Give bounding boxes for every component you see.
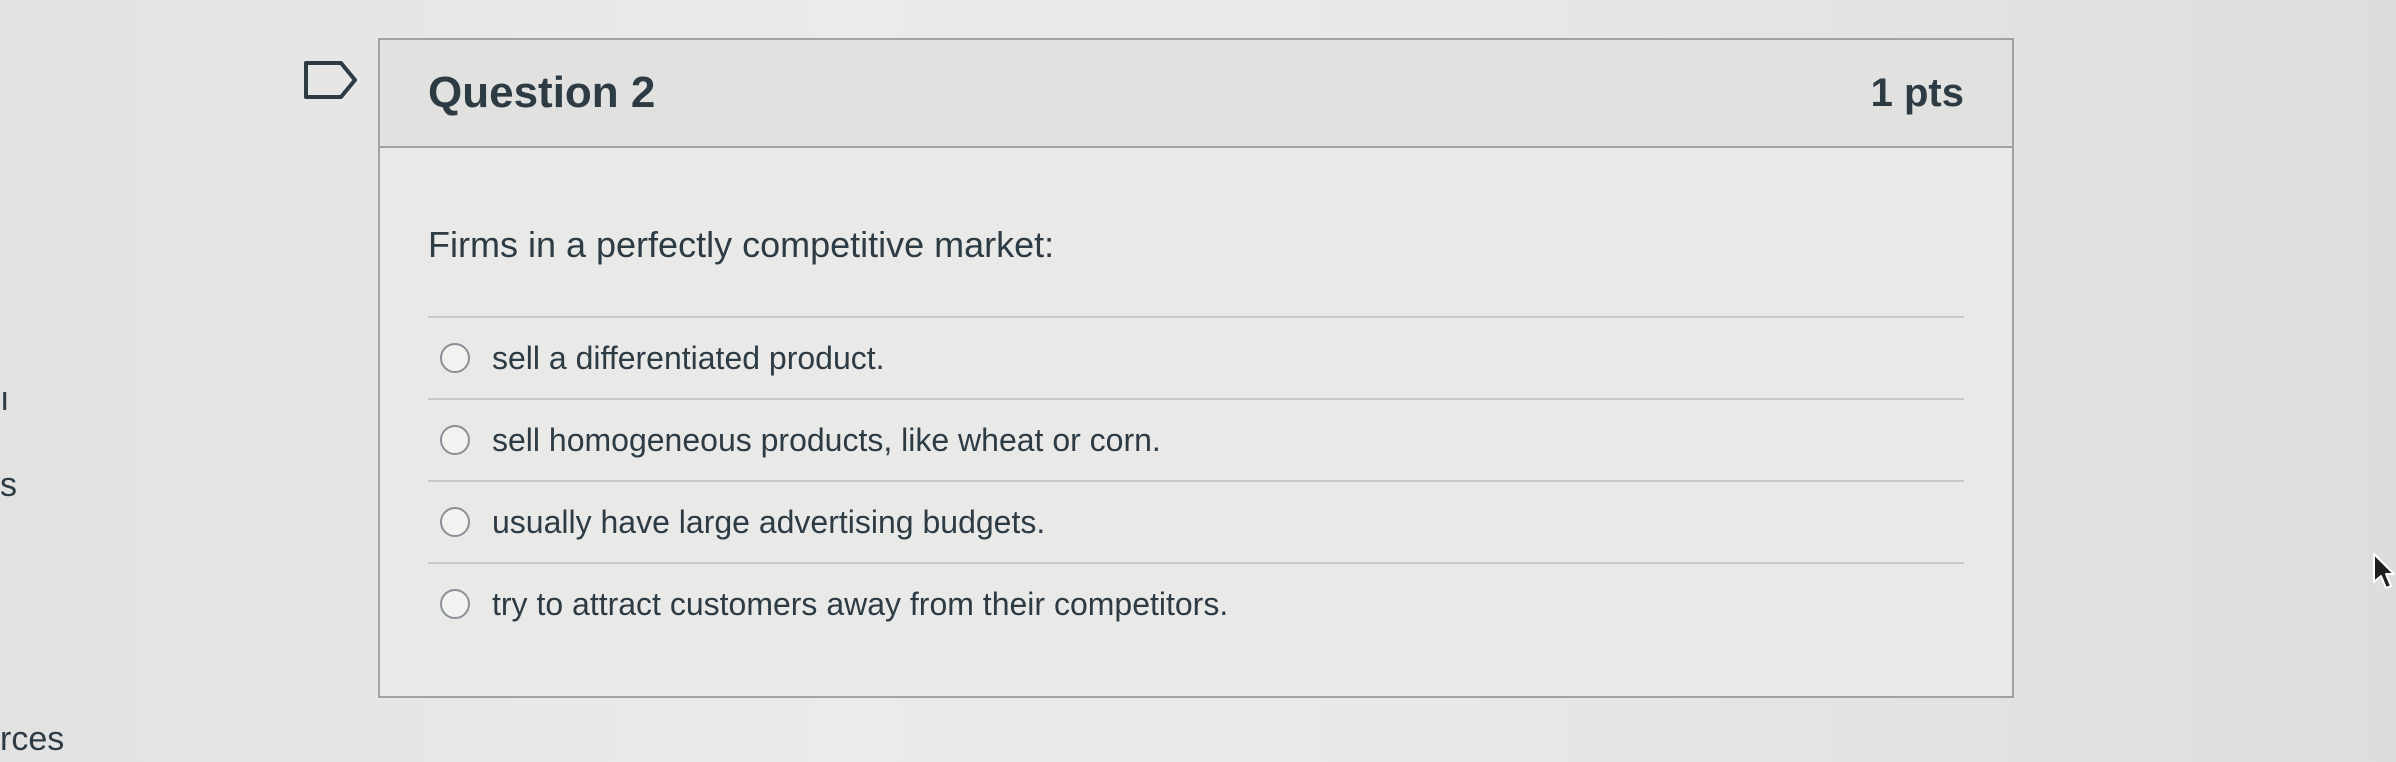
radio-button-icon[interactable] (440, 343, 470, 373)
answer-option[interactable]: sell homogeneous products, like wheat or… (428, 400, 1964, 482)
answer-label[interactable]: sell homogeneous products, like wheat or… (492, 422, 1161, 459)
answer-option[interactable]: try to attract customers away from their… (428, 564, 1964, 644)
radio-button-icon[interactable] (440, 589, 470, 619)
question-header: Question 2 1 pts (380, 40, 2012, 148)
question-title: Question 2 (428, 68, 656, 117)
answer-label[interactable]: try to attract customers away from their… (492, 586, 1228, 623)
left-nav-fragment[interactable]: s (0, 466, 17, 505)
bookmark-flag-icon[interactable] (303, 60, 359, 100)
answer-label[interactable]: usually have large advertising budgets. (492, 504, 1045, 541)
mouse-pointer-icon (2373, 553, 2395, 589)
question-prompt: Firms in a perfectly competitive market: (428, 224, 1055, 265)
radio-button-icon[interactable] (440, 507, 470, 537)
left-nav-fragment[interactable]: rces (0, 720, 64, 759)
answer-option[interactable]: usually have large advertising budgets. (428, 482, 1964, 564)
question-card: Question 2 1 pts Firms in a perfectly co… (378, 38, 2014, 698)
left-nav-fragment[interactable]: ı (0, 380, 9, 419)
radio-button-icon[interactable] (440, 425, 470, 455)
answer-label[interactable]: sell a differentiated product. (492, 340, 885, 377)
answer-list: sell a differentiated product. sell homo… (428, 316, 1964, 644)
question-points: 1 pts (1870, 70, 1964, 115)
answer-option[interactable]: sell a differentiated product. (428, 318, 1964, 400)
question-body: Firms in a perfectly competitive market:… (380, 148, 2012, 644)
